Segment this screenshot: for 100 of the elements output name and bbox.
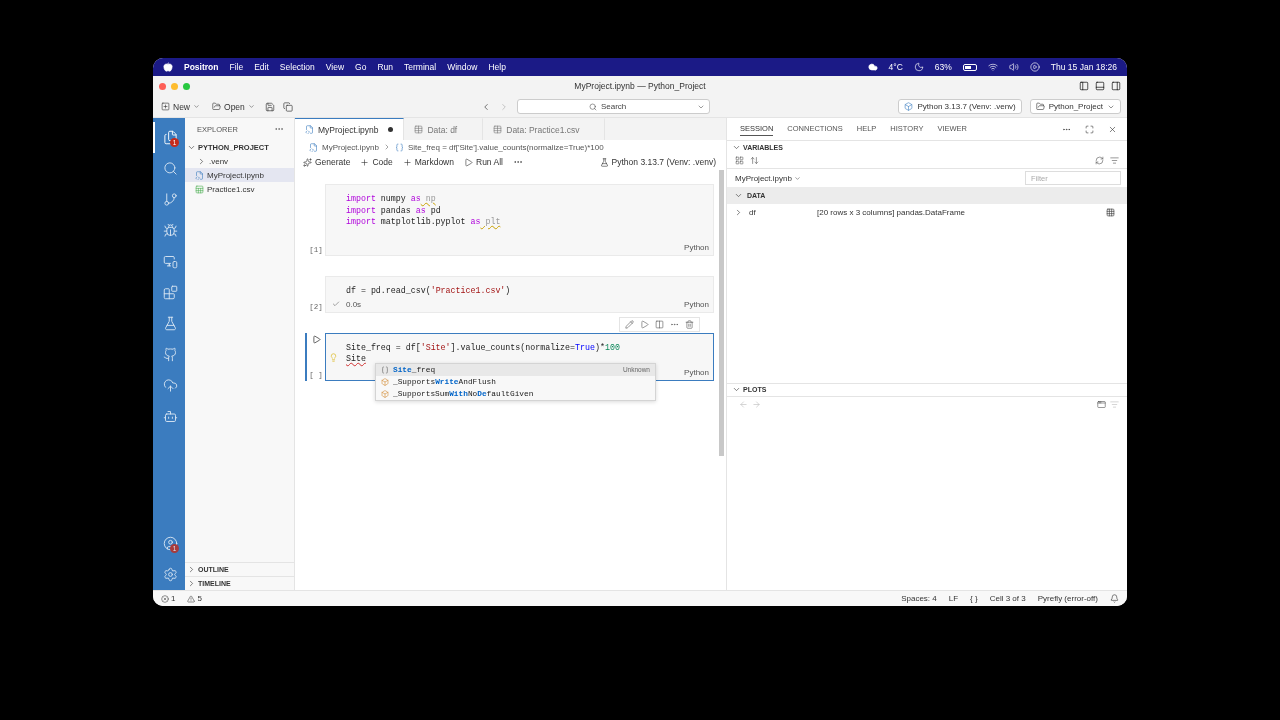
tree-item[interactable]: MyProject.ipynb [185,168,294,182]
plus-icon [161,102,170,111]
status-item[interactable]: Pyrefly (error-off) [1037,594,1098,603]
caret-icon [247,103,255,110]
close-icon [1108,124,1117,134]
class-icon [381,377,389,386]
warnings-count[interactable]: 5 [187,594,202,603]
toolbar-button[interactable]: Code [360,157,393,167]
menu-item[interactable]: Edit [254,62,269,72]
plus-icon [360,157,370,167]
bot-icon [162,409,178,424]
editor-tab[interactable]: MyProject.ipynb [295,118,405,140]
split-icon [655,319,664,329]
symbol-icon [394,142,404,152]
code-line: Site [346,353,366,365]
clear-icon [1110,156,1119,165]
code-cell[interactable]: import numpy as np import pandas as pd import matplotlib.pyplot as plt Python [325,184,714,256]
notebook-icon [305,125,314,134]
code-line: import pandas as pd [346,204,441,216]
sort-icon [750,156,759,165]
cell-language[interactable]: Python [684,367,709,377]
status-item[interactable]: LF [948,594,959,603]
close-button[interactable] [159,82,166,90]
cloud-icon [867,62,878,72]
toolbar-button[interactable]: Run All [464,157,503,167]
edit-icon [625,319,634,329]
menu-item[interactable]: File [229,62,244,72]
toolbar-button[interactable]: Generate [303,157,351,167]
cell-language[interactable]: Python [684,299,709,309]
menu-item[interactable]: Go [355,62,367,72]
code-cell[interactable]: df = pd.read_csv('Practice1.csv') 0.0s Python [325,276,714,313]
delete-icon [685,319,694,329]
table-icon [1106,208,1115,217]
plus-icon [402,157,412,167]
status-item[interactable]: Cell 3 of 3 [989,594,1026,603]
copy-icon [282,101,293,112]
clock: Thu 15 Jan 18:26 [1050,62,1117,72]
table-icon [414,125,424,134]
status-item[interactable]: { } [970,594,978,603]
folder-icon [212,102,221,111]
grid-icon [735,156,744,165]
scrollbar[interactable] [719,170,724,456]
interpreter-button[interactable]: Python 3.13.7 (Venv: .venv) [898,99,1022,114]
kernel-button[interactable]: Python 3.13.7 (Venv: .venv) [599,157,716,167]
window-icon [1097,399,1106,409]
notebook-icon [309,142,318,152]
zoom-button[interactable] [183,82,190,90]
play-icon [464,157,473,167]
flask-icon [162,316,178,331]
panel-icon [1095,81,1105,91]
wifi-icon [987,62,998,72]
app-menu[interactable]: Positron [184,62,219,72]
tree-item[interactable]: .venv [185,154,294,168]
monitor-icon [162,254,178,269]
forward-icon [752,399,761,409]
notebook-icon [195,170,204,180]
bug-icon [162,223,178,238]
bell-icon [1110,594,1119,603]
moon-icon [913,62,924,72]
project-button[interactable]: Python_Project [1029,99,1121,114]
battery-icon [962,63,977,71]
run-cell-icon [311,334,321,344]
caret-icon [193,103,200,110]
folder-icon [1035,102,1045,111]
menu-item[interactable]: Run [377,62,394,72]
menu-item[interactable]: Selection [279,62,315,72]
status-item[interactable]: Spaces: 4 [901,594,937,603]
execution-time: 0.0s [346,299,362,309]
clear-icon [1110,399,1119,409]
spreadsheet-icon [195,184,204,194]
toolbar-button[interactable]: Markdown [402,157,454,167]
breadcrumb-item[interactable]: Site_freq = df['Site'].value_counts(normalize=True)*100 [407,142,604,152]
play-icon [1029,62,1040,72]
speaker-icon [1008,62,1019,72]
refresh-icon [1095,156,1104,165]
breadcrumb-item[interactable]: MyProject.ipynb [322,142,379,152]
class-icon [381,389,389,398]
variable-name[interactable]: df [734,208,817,217]
code-line: import numpy as np [346,193,436,205]
cloud-upload-icon [162,378,178,393]
errors-count[interactable]: 1 [161,594,176,603]
flask-icon [599,157,609,167]
lightbulb-icon [329,352,338,362]
new-button[interactable]: New [159,99,202,114]
search-icon [588,102,597,111]
files-icon [162,130,178,145]
open-button[interactable]: Open [210,99,257,114]
menu-item[interactable]: View [325,62,345,72]
check-icon [332,300,340,308]
minimize-button[interactable] [171,82,178,90]
menu-item[interactable]: Help [488,62,506,72]
search-field[interactable]: Search [517,99,711,114]
menu-item[interactable]: Terminal [404,62,437,72]
settings-icon [162,567,178,582]
source-dropdown[interactable]: MyProject.ipynb [735,173,801,183]
maximize-icon [1085,124,1094,134]
table-icon [493,125,503,134]
tree-item[interactable]: Practice1.csv [185,182,294,196]
cell-language[interactable]: Python [684,243,709,252]
menu-item[interactable]: Window [447,62,478,72]
